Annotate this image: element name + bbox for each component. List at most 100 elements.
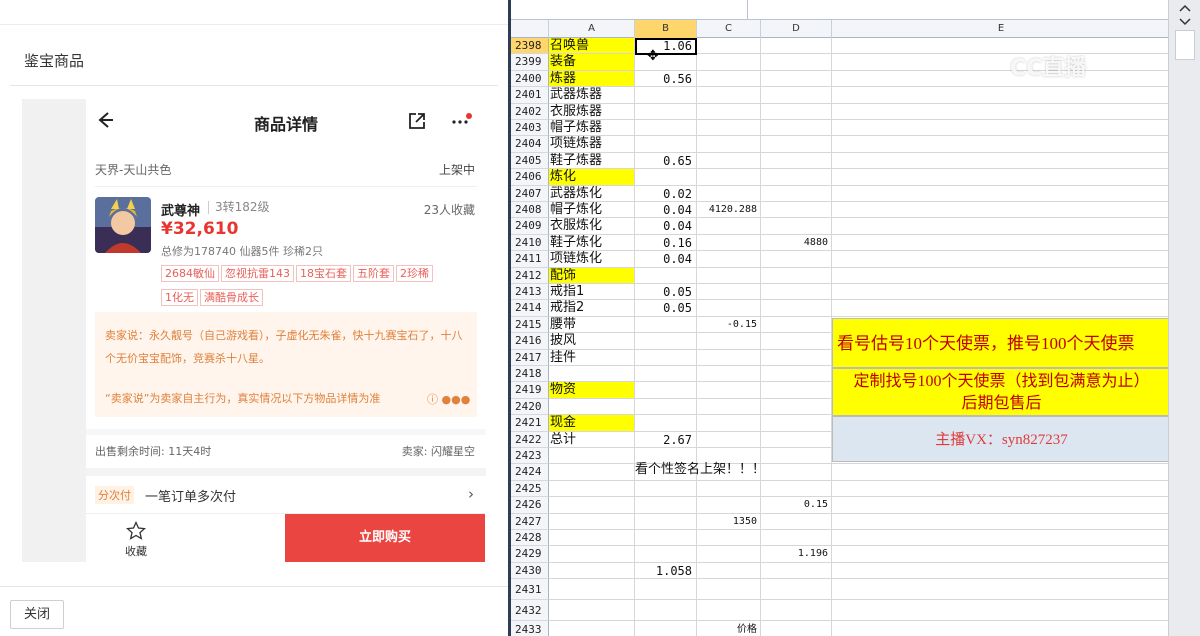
cell-e[interactable] (832, 621, 1171, 636)
cell-b[interactable]: 0.05 (635, 300, 697, 317)
cell-e[interactable] (832, 54, 1171, 71)
cell-b[interactable]: 0.04 (635, 251, 697, 268)
cell-d[interactable] (761, 54, 832, 71)
row-header[interactable]: 2424 (511, 464, 549, 481)
cell-c[interactable] (697, 87, 761, 104)
cell-e[interactable] (832, 267, 1171, 284)
cell-c[interactable] (697, 234, 761, 252)
cell-e[interactable] (832, 169, 1171, 186)
cell-b[interactable] (635, 103, 697, 120)
cell-b[interactable]: 0.05 (635, 284, 697, 301)
row-header[interactable]: 2407 (511, 185, 549, 202)
cell-e[interactable] (832, 234, 1171, 252)
cell-c[interactable] (697, 169, 761, 186)
row-header[interactable]: 2416 (511, 333, 549, 350)
cell-d[interactable]: 4880 (761, 234, 832, 252)
cell-a[interactable]: 总计 (549, 431, 635, 448)
cell-e[interactable] (832, 218, 1171, 235)
cell-a[interactable]: 武器炼器 (549, 87, 635, 104)
cell-c[interactable] (697, 382, 761, 399)
cell-b[interactable] (635, 169, 697, 186)
row-header[interactable]: 2411 (511, 251, 549, 268)
cell-d[interactable] (761, 185, 832, 202)
cell-c[interactable] (697, 530, 761, 547)
cell-c[interactable]: -0.15 (697, 316, 761, 334)
cell-c[interactable] (697, 600, 761, 622)
cell-d[interactable] (761, 530, 832, 547)
row-header[interactable]: 2415 (511, 316, 549, 334)
cell-b[interactable]: 1.058 (635, 562, 697, 580)
cell-c[interactable] (697, 300, 761, 317)
cell-a[interactable]: 戒指2 (549, 300, 635, 317)
cell-d[interactable] (761, 218, 832, 235)
cell-b[interactable] (635, 530, 697, 547)
row-header[interactable]: 2421 (511, 415, 549, 432)
row-header[interactable]: 2400 (511, 70, 549, 88)
cell-c[interactable] (697, 136, 761, 153)
cell-a[interactable]: 装备 (549, 54, 635, 71)
cell-e[interactable] (832, 562, 1171, 580)
cell-c[interactable] (697, 562, 761, 580)
cell-c[interactable] (697, 579, 761, 601)
cell-e[interactable] (832, 530, 1171, 547)
cell-d[interactable] (761, 513, 832, 530)
cell-a[interactable]: 召唤兽 (549, 38, 635, 55)
cell-d[interactable] (761, 431, 832, 448)
cell-d[interactable] (761, 202, 832, 219)
cell-b[interactable] (635, 366, 697, 383)
select-all-corner[interactable] (511, 20, 549, 38)
cell-d[interactable] (761, 562, 832, 580)
row-header[interactable]: 2402 (511, 103, 549, 120)
scroll-up-icon[interactable] (1179, 4, 1191, 12)
cell-d[interactable]: 1.196 (761, 546, 832, 563)
cell-d[interactable] (761, 251, 832, 268)
row-header[interactable]: 2419 (511, 382, 549, 399)
cell-a[interactable] (549, 366, 635, 383)
cell-e[interactable] (832, 579, 1171, 601)
cell-d[interactable] (761, 136, 832, 153)
cell-a[interactable]: 帽子炼化 (549, 202, 635, 219)
scroll-thumb[interactable] (1175, 30, 1195, 60)
cell-e[interactable] (832, 38, 1171, 55)
cell-e[interactable] (832, 600, 1171, 622)
seller-name[interactable]: 卖家: 闪耀星空 (402, 443, 475, 459)
cell-a[interactable]: 挂件 (549, 349, 635, 366)
cell-d[interactable] (761, 349, 832, 366)
row-header[interactable]: 2412 (511, 267, 549, 284)
cell-c[interactable] (697, 267, 761, 284)
cell-e[interactable] (832, 251, 1171, 268)
cell-c[interactable] (697, 415, 761, 432)
cell-b[interactable] (635, 497, 697, 514)
cell-d[interactable] (761, 464, 832, 481)
cell-b[interactable] (635, 54, 697, 71)
cell-c[interactable] (697, 398, 761, 416)
cell-e[interactable] (832, 546, 1171, 563)
more-options-icon[interactable] (450, 113, 472, 127)
notice-cell-appraisal[interactable]: 看号估号10个天使票，推号100个天使票 (832, 318, 1171, 368)
column-header-c[interactable]: C (697, 20, 761, 38)
cell-a[interactable]: 鞋子炼器 (549, 152, 635, 170)
cell-a[interactable]: 衣服炼化 (549, 218, 635, 235)
row-header[interactable]: 2413 (511, 284, 549, 301)
cell-c[interactable] (697, 366, 761, 383)
cell-c[interactable] (697, 480, 761, 498)
cell-e[interactable] (832, 284, 1171, 301)
cell-c[interactable] (697, 546, 761, 563)
cell-d[interactable] (761, 415, 832, 432)
cell-b[interactable]: 0.56 (635, 70, 697, 88)
cell-c[interactable] (697, 185, 761, 202)
cell-a[interactable] (549, 530, 635, 547)
cell-d[interactable] (761, 316, 832, 334)
row-header[interactable]: 2409 (511, 218, 549, 235)
cell-c[interactable] (697, 349, 761, 366)
cell-d[interactable] (761, 103, 832, 120)
cell-a[interactable] (549, 497, 635, 514)
cell-e[interactable] (832, 185, 1171, 202)
column-header-a[interactable]: A (549, 20, 635, 38)
cell-c[interactable]: 价格 (697, 621, 761, 636)
row-header[interactable]: 2405 (511, 152, 549, 170)
notice-cell-custom-search[interactable]: 定制找号100个天使票（找到包满意为止） 后期包售后 (832, 368, 1171, 416)
cell-d[interactable] (761, 398, 832, 416)
cell-d[interactable] (761, 366, 832, 383)
cell-b[interactable] (635, 333, 697, 350)
